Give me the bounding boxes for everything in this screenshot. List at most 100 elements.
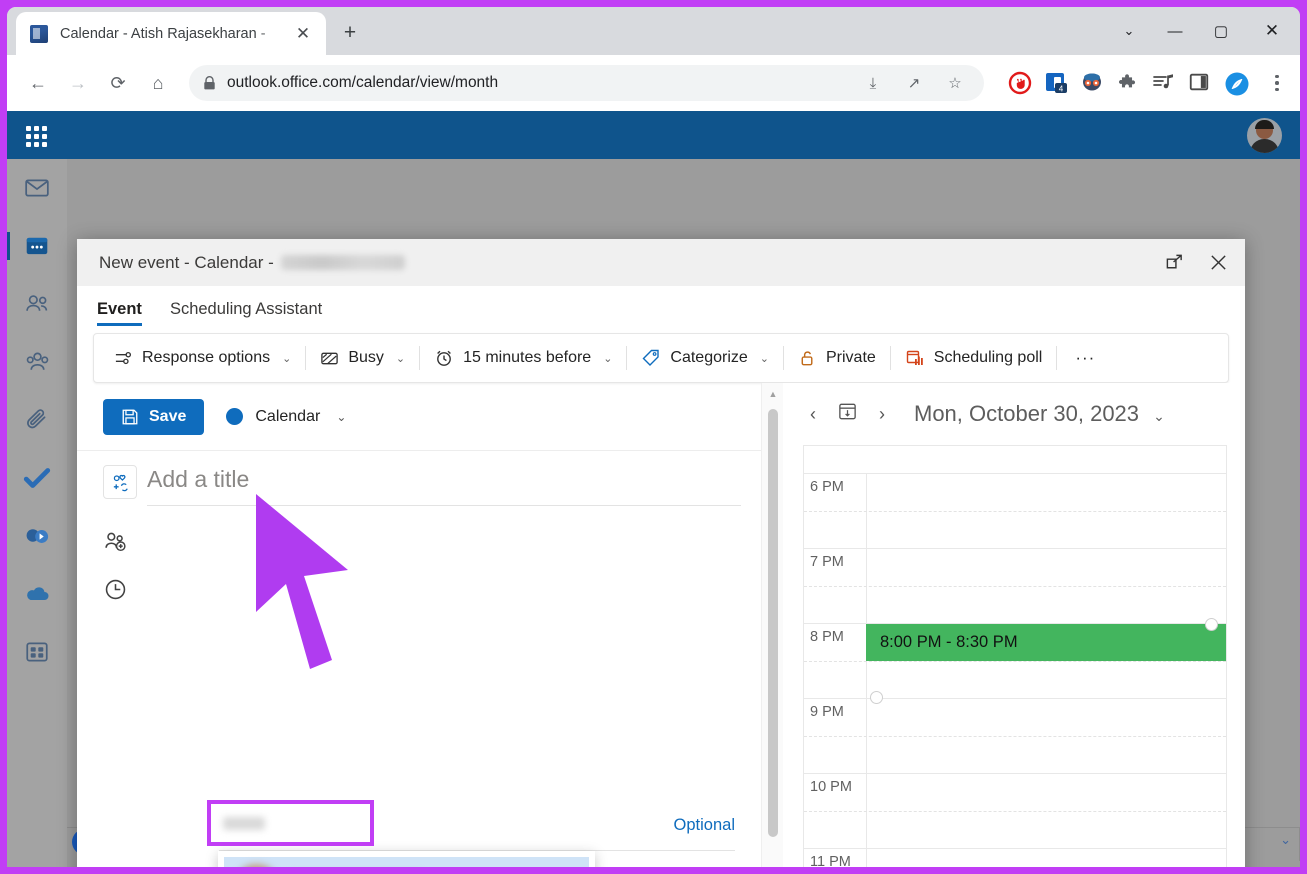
toolbar-label: Categorize [670,349,748,366]
puzzle-extensions-icon[interactable] [1116,71,1140,95]
event-block[interactable]: 8:00 PM - 8:30 PM [866,624,1226,661]
install-app-icon[interactable]: ⤓ [858,68,888,98]
popout-icon[interactable] [1155,245,1193,281]
calendar-selector[interactable]: Calendar ⌄ [226,408,346,426]
tab-event[interactable]: Event [97,300,142,326]
user-avatar[interactable] [1247,118,1282,153]
outlook-header [7,111,1300,159]
next-day-button[interactable]: › [872,404,892,425]
hour-row[interactable]: 11 PM [804,848,1226,867]
today-icon[interactable] [837,401,858,427]
tab-search-icon[interactable]: ⌄ [1106,11,1152,51]
tab-scheduling-assistant[interactable]: Scheduling Assistant [170,300,322,326]
attendee-input-highlighted[interactable] [207,800,374,846]
new-tab-button[interactable]: + [337,19,363,45]
tab-title: Calendar - Atish Rajasekharan - [60,25,266,42]
hour-slot[interactable] [866,474,1226,548]
minimize-button[interactable]: — [1152,11,1198,51]
grammar-icon[interactable] [1224,71,1249,96]
hour-row[interactable]: 9 PM [804,698,1226,773]
chevron-down-icon: ⌄ [336,409,347,424]
hour-slot[interactable] [866,774,1226,848]
tab-close-icon[interactable]: ✕ [290,21,316,47]
sidebar-item-onedrive[interactable] [7,565,67,623]
close-icon[interactable] [1199,245,1237,281]
maximize-button[interactable]: ▢ [1198,11,1244,51]
sidebar-item-to-do[interactable] [7,449,67,507]
toolbar-scheduling-poll[interactable]: Scheduling poll [891,339,1057,377]
alarm-clock-icon [437,350,452,366]
hour-row[interactable]: 8 PM 8:00 PM - 8:30 PM [804,618,1226,704]
chevron-down-icon: ⌄ [282,352,292,365]
toolbar-categorize[interactable]: Categorize ⌄ [627,339,783,377]
attendee-icon-wrap [103,530,147,555]
music-playlist-icon[interactable] [1152,71,1176,95]
url-text: outlook.office.com/calendar/view/month [227,74,499,91]
checkmark-todo-icon [23,468,51,488]
event-time-label: 8:00 PM - 8:30 PM [880,633,1018,651]
tab-strip: Calendar - Atish Rajasekharan - ✕ + ⌄ — … [7,7,1300,55]
cloud-icon [27,587,49,600]
reload-icon[interactable]: ⟳ [101,66,135,100]
hour-label: 10 PM [810,779,852,795]
adblock-icon[interactable] [1008,71,1032,95]
hour-label: 11 PM [810,854,851,867]
share-icon[interactable]: ↗ [899,68,929,98]
sidebar-item-calendar[interactable] [7,217,67,275]
address-bar[interactable]: outlook.office.com/calendar/view/month ⤓… [189,65,984,101]
all-day-lane[interactable] [803,445,1227,473]
chrome-menu-icon[interactable] [1264,74,1290,92]
calendar-color-dot [226,408,244,425]
sidebar-item-viva-engage[interactable] [7,507,67,565]
poll-icon [906,350,923,365]
dialog-title-text: New event - Calendar - [99,252,274,272]
browser-tab[interactable]: Calendar - Atish Rajasekharan - ✕ [16,12,326,55]
sidebar-item-people[interactable] [7,275,67,333]
save-disk-icon [122,409,138,424]
previous-day-button[interactable]: ‹ [803,404,823,425]
home-icon[interactable]: ⌂ [141,66,175,100]
dark-reader-icon[interactable] [1080,71,1104,95]
back-icon[interactable]: ← [21,66,55,100]
toolbar-response-options[interactable]: Response options ⌄ [100,339,305,377]
event-resize-handle-bottom[interactable] [870,691,883,704]
forward-icon[interactable]: → [61,66,95,100]
hour-row[interactable]: 10 PM [804,773,1226,848]
attendee-suggestion-item[interactable] [224,857,589,867]
hour-slot[interactable] [866,849,1226,867]
toolbar-private[interactable]: Private [784,339,890,377]
toolbar-label: Busy [348,349,384,366]
dialog-title-actions [1155,245,1237,281]
toolbar-reminder[interactable]: 15 minutes before ⌄ [420,339,626,377]
toolbar-label: Private [826,349,876,366]
hour-row[interactable]: 6 PM [804,473,1226,548]
toolbar-busy[interactable]: Busy ⌄ [306,339,419,377]
close-window-button[interactable]: ✕ [1244,11,1300,51]
chevron-down-icon: ⌄ [395,352,406,365]
side-panel-icon[interactable] [1188,71,1212,95]
attendee-suggestions-dropdown: Search Directory [218,851,595,867]
sidebar-item-mail[interactable] [7,159,67,217]
hour-label: 8 PM [810,629,844,645]
scroll-up-arrow-icon[interactable]: ▲ [762,385,784,403]
hour-row[interactable]: 7 PM [804,548,1226,623]
sidebar-item-all-apps[interactable] [7,623,67,681]
bookmark-star-icon[interactable]: ☆ [940,68,970,98]
sidebar-item-groups[interactable] [7,333,67,391]
hour-slot[interactable] [866,699,1226,773]
toolbar-overflow-button[interactable]: ··· [1057,339,1113,377]
calendar-date-picker[interactable]: Mon, October 30, 2023 ⌄ [914,401,1165,427]
save-label: Save [149,407,187,425]
event-resize-handle-top[interactable] [1205,618,1218,631]
title-input[interactable]: Add a title [147,458,741,506]
reading-list-icon[interactable]: 4 [1044,71,1068,95]
calendar-name: Calendar [255,407,321,425]
waffle-icon[interactable] [21,121,51,151]
add-event-icon[interactable] [103,465,137,499]
hour-slot[interactable] [866,549,1226,623]
form-scrollbar[interactable]: ▲ ▼ [761,383,783,867]
scrollbar-thumb[interactable] [768,409,778,837]
sidebar-item-files[interactable] [7,391,67,449]
optional-attendees-link[interactable]: Optional [674,816,735,835]
save-button[interactable]: Save [103,398,205,435]
